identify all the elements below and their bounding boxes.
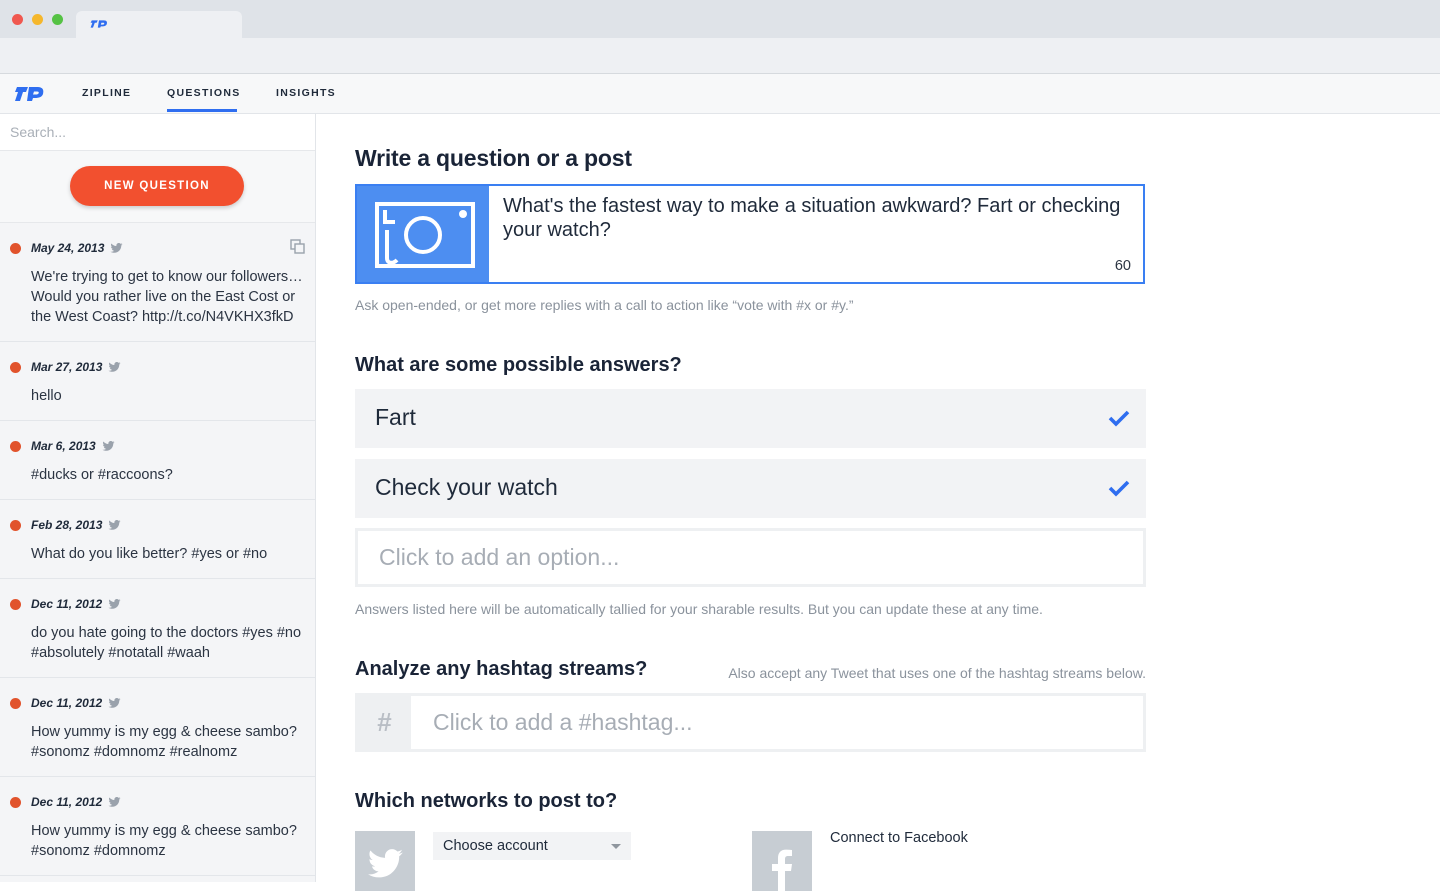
maximize-window-button[interactable]	[52, 14, 63, 25]
question-item[interactable]: Mar 6, 2013 #ducks or #raccoons?	[0, 421, 315, 500]
twitter-icon	[108, 362, 121, 372]
question-date: Mar 6, 2013	[31, 439, 96, 453]
question-item[interactable]: May 24, 2013 We're trying to get to know…	[0, 223, 315, 342]
twitter-icon	[108, 599, 121, 609]
status-dot	[10, 599, 21, 610]
add-option-input[interactable]	[358, 531, 1143, 584]
question-date: Mar 27, 2013	[31, 360, 103, 374]
question-item[interactable]: Dec 11, 2012 How yummy is my egg & chees…	[0, 777, 315, 876]
close-window-button[interactable]	[12, 14, 23, 25]
facebook-icon	[772, 849, 792, 891]
twitter-icon	[108, 698, 121, 708]
twitter-icon	[108, 797, 121, 807]
search-input[interactable]	[0, 114, 315, 150]
compose-hint: Ask open-ended, or get more replies with…	[355, 297, 854, 313]
active-tab-indicator	[167, 109, 237, 112]
new-question-button[interactable]: NEW QUESTION	[70, 166, 244, 206]
answer-text: Fart	[375, 404, 416, 430]
post-text[interactable]: What's the fastest way to make a situati…	[503, 194, 1133, 242]
question-item[interactable]: Dec 11, 2012 do you hate going to the do…	[0, 579, 315, 678]
hash-icon: #	[358, 696, 411, 749]
networks-heading: Which networks to post to?	[355, 790, 618, 812]
answers-hint: Answers listed here will be automaticall…	[355, 601, 1043, 617]
compose-heading: Write a question or a post	[355, 145, 632, 171]
checkmark-icon[interactable]	[1108, 479, 1130, 497]
post-editor[interactable]: What's the fastest way to make a situati…	[355, 184, 1145, 284]
question-item[interactable]: Dec 11, 2012 How yummy is my egg & chees…	[0, 678, 315, 777]
status-dot	[10, 362, 21, 373]
hashtag-heading: Analyze any hashtag streams?	[355, 658, 648, 680]
nav-questions[interactable]: QUESTIONS	[167, 87, 241, 99]
question-text: What do you like better? #yes or #no	[31, 546, 268, 562]
twitter-icon	[110, 243, 123, 253]
browser-toolbar	[0, 38, 1440, 74]
character-count: 60	[1114, 258, 1131, 274]
answer-option[interactable]: Fart	[355, 389, 1146, 448]
status-dot	[10, 797, 21, 808]
add-photo-button[interactable]	[357, 186, 489, 282]
question-text: #ducks or #raccoons?	[31, 467, 173, 483]
answers-heading: What are some possible answers?	[355, 354, 682, 376]
status-dot	[10, 520, 21, 531]
app-logo-icon[interactable]	[14, 83, 44, 105]
twitter-network-toggle[interactable]	[355, 831, 415, 891]
answer-text: Check your watch	[375, 474, 558, 500]
question-date: May 24, 2013	[31, 241, 105, 255]
hashtag-input[interactable]	[411, 696, 1141, 749]
status-dot	[10, 243, 21, 254]
status-dot	[10, 441, 21, 452]
app-logo-icon	[90, 20, 108, 28]
nav-zipline[interactable]: ZIPLINE	[82, 87, 131, 99]
twitter-icon	[368, 849, 403, 878]
question-date: Feb 28, 2013	[31, 518, 103, 532]
question-text: How yummy is my egg & cheese sambo? #son…	[31, 823, 297, 859]
twitter-icon	[108, 520, 121, 530]
connect-facebook-link[interactable]: Connect to Facebook	[830, 830, 968, 846]
question-text: hello	[31, 388, 62, 404]
chevron-down-icon	[611, 844, 621, 849]
minimize-window-button[interactable]	[32, 14, 43, 25]
browser-tab[interactable]	[76, 11, 242, 39]
question-text: How yummy is my egg & cheese sambo? #son…	[31, 724, 297, 760]
question-text: We're trying to get to know our follower…	[31, 269, 303, 325]
question-item[interactable]: Mar 27, 2013 hello	[0, 342, 315, 421]
add-option-field	[355, 528, 1146, 587]
question-date: Dec 11, 2012	[31, 696, 103, 710]
new-question-area: NEW QUESTION	[0, 151, 315, 223]
choose-account-label: Choose account	[443, 838, 548, 854]
question-text: do you hate going to the doctors #yes #n…	[31, 625, 302, 661]
twitter-icon	[102, 441, 115, 451]
search-box	[0, 114, 315, 151]
checkmark-icon[interactable]	[1108, 409, 1130, 427]
nav-insights[interactable]: INSIGHTS	[276, 87, 336, 99]
choose-account-dropdown[interactable]: Choose account	[433, 832, 631, 860]
hashtag-hint: Also accept any Tweet that uses one of t…	[728, 665, 1146, 681]
copy-icon[interactable]	[290, 239, 305, 254]
browser-titlebar	[0, 0, 1440, 39]
facebook-network-toggle[interactable]	[752, 831, 812, 891]
camera-icon	[375, 202, 475, 268]
question-date: Dec 11, 2012	[31, 795, 103, 809]
sidebar: NEW QUESTION May 24, 2013 We're trying t…	[0, 114, 316, 882]
question-item[interactable]: Feb 28, 2013 What do you like better? #y…	[0, 500, 315, 579]
question-date: Dec 11, 2012	[31, 597, 103, 611]
status-dot	[10, 698, 21, 709]
hashtag-field: #	[355, 693, 1146, 752]
app-navbar: ZIPLINE QUESTIONS INSIGHTS	[0, 74, 1440, 114]
question-list: May 24, 2013 We're trying to get to know…	[0, 223, 315, 876]
answer-option[interactable]: Check your watch	[355, 459, 1146, 518]
